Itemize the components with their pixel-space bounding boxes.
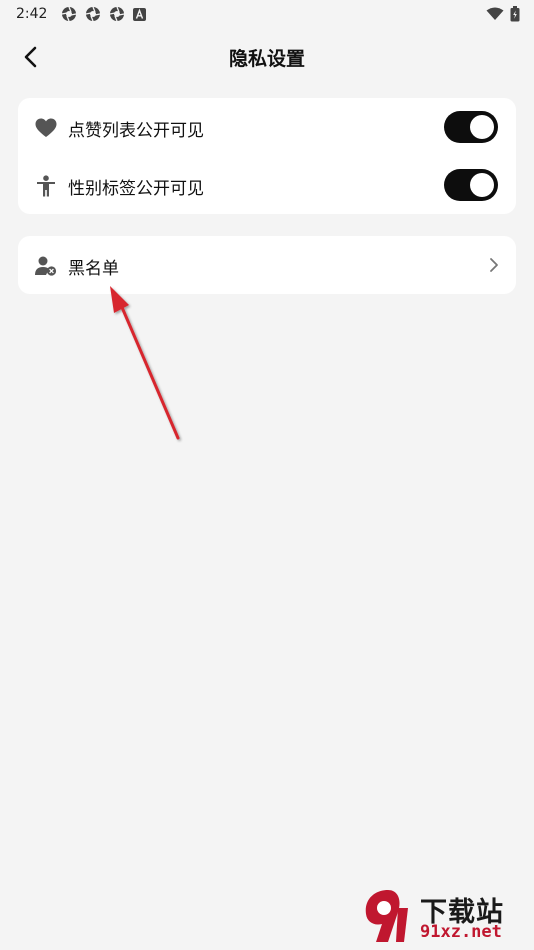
- watermark-logo: 下载站 91xz.net: [358, 886, 528, 946]
- like-list-public-label: 点赞列表公开可见: [68, 121, 204, 141]
- privacy-toggles-card: 点赞列表公开可见 性别标签公开可见: [18, 98, 516, 214]
- like-list-public-toggle[interactable]: [444, 111, 498, 143]
- row-like-list-public[interactable]: 点赞列表公开可见: [18, 98, 516, 156]
- logo-mark-icon: [365, 890, 408, 942]
- aperture-icon: [110, 6, 125, 22]
- blacklist-card[interactable]: 黑名单: [18, 236, 516, 294]
- gender-tag-public-label: 性别标签公开可见: [68, 179, 204, 199]
- toggle-knob: [470, 115, 494, 139]
- row-blacklist[interactable]: 黑名单: [18, 236, 516, 294]
- wifi-icon: [486, 7, 504, 20]
- chevron-right-icon: [490, 258, 498, 272]
- aperture-icon: [86, 6, 101, 22]
- gender-tag-public-toggle[interactable]: [444, 169, 498, 201]
- a-badge-icon: [133, 7, 147, 21]
- toggle-knob: [470, 173, 494, 197]
- row-gender-tag-public[interactable]: 性别标签公开可见: [18, 156, 516, 214]
- watermark-domain: 91xz.net: [420, 922, 502, 942]
- status-left-icons: [61, 6, 147, 22]
- battery-icon: [510, 6, 520, 22]
- person-icon: [35, 175, 57, 197]
- page-title: 隐私设置: [228, 48, 305, 70]
- status-time: 2:42: [16, 6, 48, 22]
- user-blocked-icon: [35, 255, 57, 277]
- status-bar: 2:42: [0, 0, 534, 28]
- status-right-icons: [486, 6, 520, 22]
- blacklist-label: 黑名单: [68, 259, 119, 279]
- heart-icon: [35, 117, 57, 139]
- top-app-bar: 隐私设置: [0, 30, 534, 82]
- aperture-icon: [62, 6, 77, 22]
